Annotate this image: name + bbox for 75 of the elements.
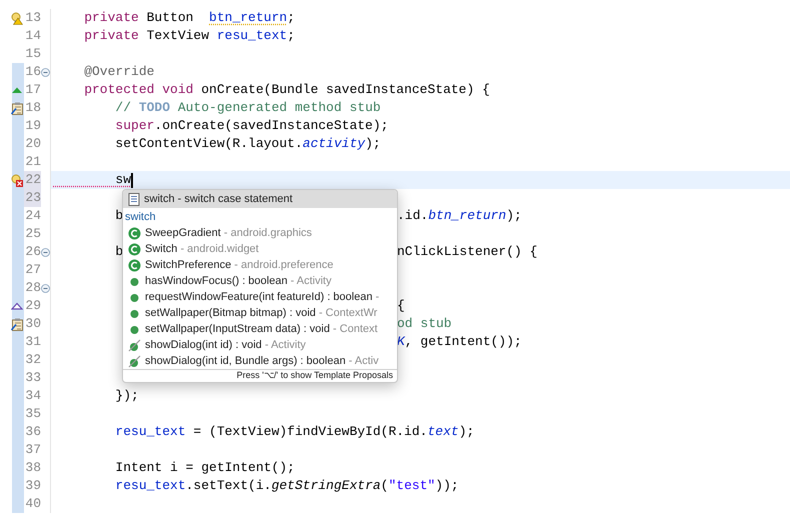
- class-icon: [128, 258, 141, 272]
- line-number: 36: [24, 423, 41, 441]
- line-number: 33: [24, 369, 41, 387]
- proposal-item[interactable]: setWallpaper(Bitmap bitmap) : void - ContextWr: [123, 305, 397, 321]
- code-line: // TODO Auto-generated method stub: [114, 99, 381, 117]
- line-number: 30: [24, 315, 41, 333]
- proposal-item[interactable]: requestWindowFeature(int featureId) : boolean -: [123, 289, 397, 305]
- task-icon: [11, 102, 23, 114]
- line-number: 15: [24, 45, 41, 63]
- line-number: 22: [24, 171, 41, 189]
- triangle-outline-icon: [11, 302, 23, 310]
- triangle-icon: [11, 86, 23, 94]
- code-line: });: [114, 387, 139, 405]
- code-line: {: [397, 297, 405, 315]
- line-number: 35: [24, 405, 41, 423]
- code-line: Intent i = getIntent();: [114, 459, 295, 477]
- line-number: 16: [24, 63, 41, 81]
- line-number: 17: [24, 81, 41, 99]
- code-line: nClickListener() {: [397, 243, 538, 261]
- proposal-item[interactable]: showDialog(int id) : void - Activity: [123, 337, 397, 353]
- code-line: super.onCreate(savedInstanceState);: [114, 117, 388, 135]
- proposal-item[interactable]: showDialog(int id, Bundle args) : boolean - Activ: [123, 353, 397, 369]
- document-icon: [128, 192, 140, 206]
- code-line: resu_text.setText(i.getStringExtra("test"));: [114, 477, 459, 495]
- proposal-item[interactable]: SwitchPreference - android.preference: [123, 257, 397, 273]
- code-line: @Override: [83, 63, 154, 81]
- line-number: 40: [24, 495, 41, 513]
- code-line: resu_text = (TextView)findViewById(R.id.text);: [114, 423, 474, 441]
- code-line: sw: [114, 171, 132, 189]
- line-number: 20: [24, 135, 41, 153]
- line-number: 25: [24, 225, 41, 243]
- class-icon: [128, 242, 141, 256]
- code-line: od stub: [397, 315, 452, 333]
- code-line: private TextView resu_text;: [83, 27, 295, 45]
- warning-bulb-icon: [11, 12, 23, 24]
- code-line: setContentView(R.layout.activity);: [114, 135, 381, 153]
- line-number: 28: [24, 279, 41, 297]
- line-number: 26: [24, 243, 41, 261]
- line-number: 34: [24, 387, 41, 405]
- line-number: 31: [24, 333, 41, 351]
- line-number: 29: [24, 297, 41, 315]
- proposal-item[interactable]: SweepGradient - android.graphics: [123, 225, 397, 241]
- error-bulb-icon: [11, 174, 23, 186]
- line-number: 18: [24, 99, 41, 117]
- task-icon: [11, 318, 23, 330]
- deprecated-method-icon: [128, 354, 141, 368]
- line-number: 23: [24, 189, 41, 207]
- line-number: 39: [24, 477, 41, 495]
- code-line: b: [114, 207, 124, 225]
- line-number: 24: [24, 207, 41, 225]
- line-number: 13: [24, 9, 41, 27]
- code-line: private Button btn_return;: [83, 9, 295, 27]
- class-icon: [128, 226, 141, 240]
- deprecated-method-icon: [128, 338, 141, 352]
- line-number: 27: [24, 261, 41, 279]
- code-line: K, getIntent());: [397, 333, 522, 351]
- collapse-icon[interactable]: [41, 284, 50, 292]
- line-number: 32: [24, 351, 41, 369]
- proposal-item[interactable]: hasWindowFocus() : boolean - Activity: [123, 273, 397, 289]
- proposal-item[interactable]: switch: [123, 209, 397, 225]
- hint-text: Press '⌥/' to show Template Proposals: [123, 369, 397, 382]
- proposal-item[interactable]: switch - switch case statement: [123, 190, 397, 208]
- line-number: 37: [24, 441, 41, 459]
- line-number: 21: [24, 153, 41, 171]
- proposal-item[interactable]: setWallpaper(InputStream data) : void - Context: [123, 321, 397, 337]
- proposal-item[interactable]: Switch - android.widget: [123, 241, 397, 257]
- line-number: 14: [24, 27, 41, 45]
- line-number: 19: [24, 117, 41, 135]
- code-line: protected void onCreate(Bundle savedInstanceState) {: [83, 81, 490, 99]
- text-cursor: [131, 172, 133, 188]
- code-line: .id.btn_return);: [397, 207, 522, 225]
- collapse-icon[interactable]: [41, 248, 50, 256]
- collapse-icon[interactable]: [41, 68, 50, 76]
- line-number: 38: [24, 459, 41, 477]
- code-line: b: [114, 243, 124, 261]
